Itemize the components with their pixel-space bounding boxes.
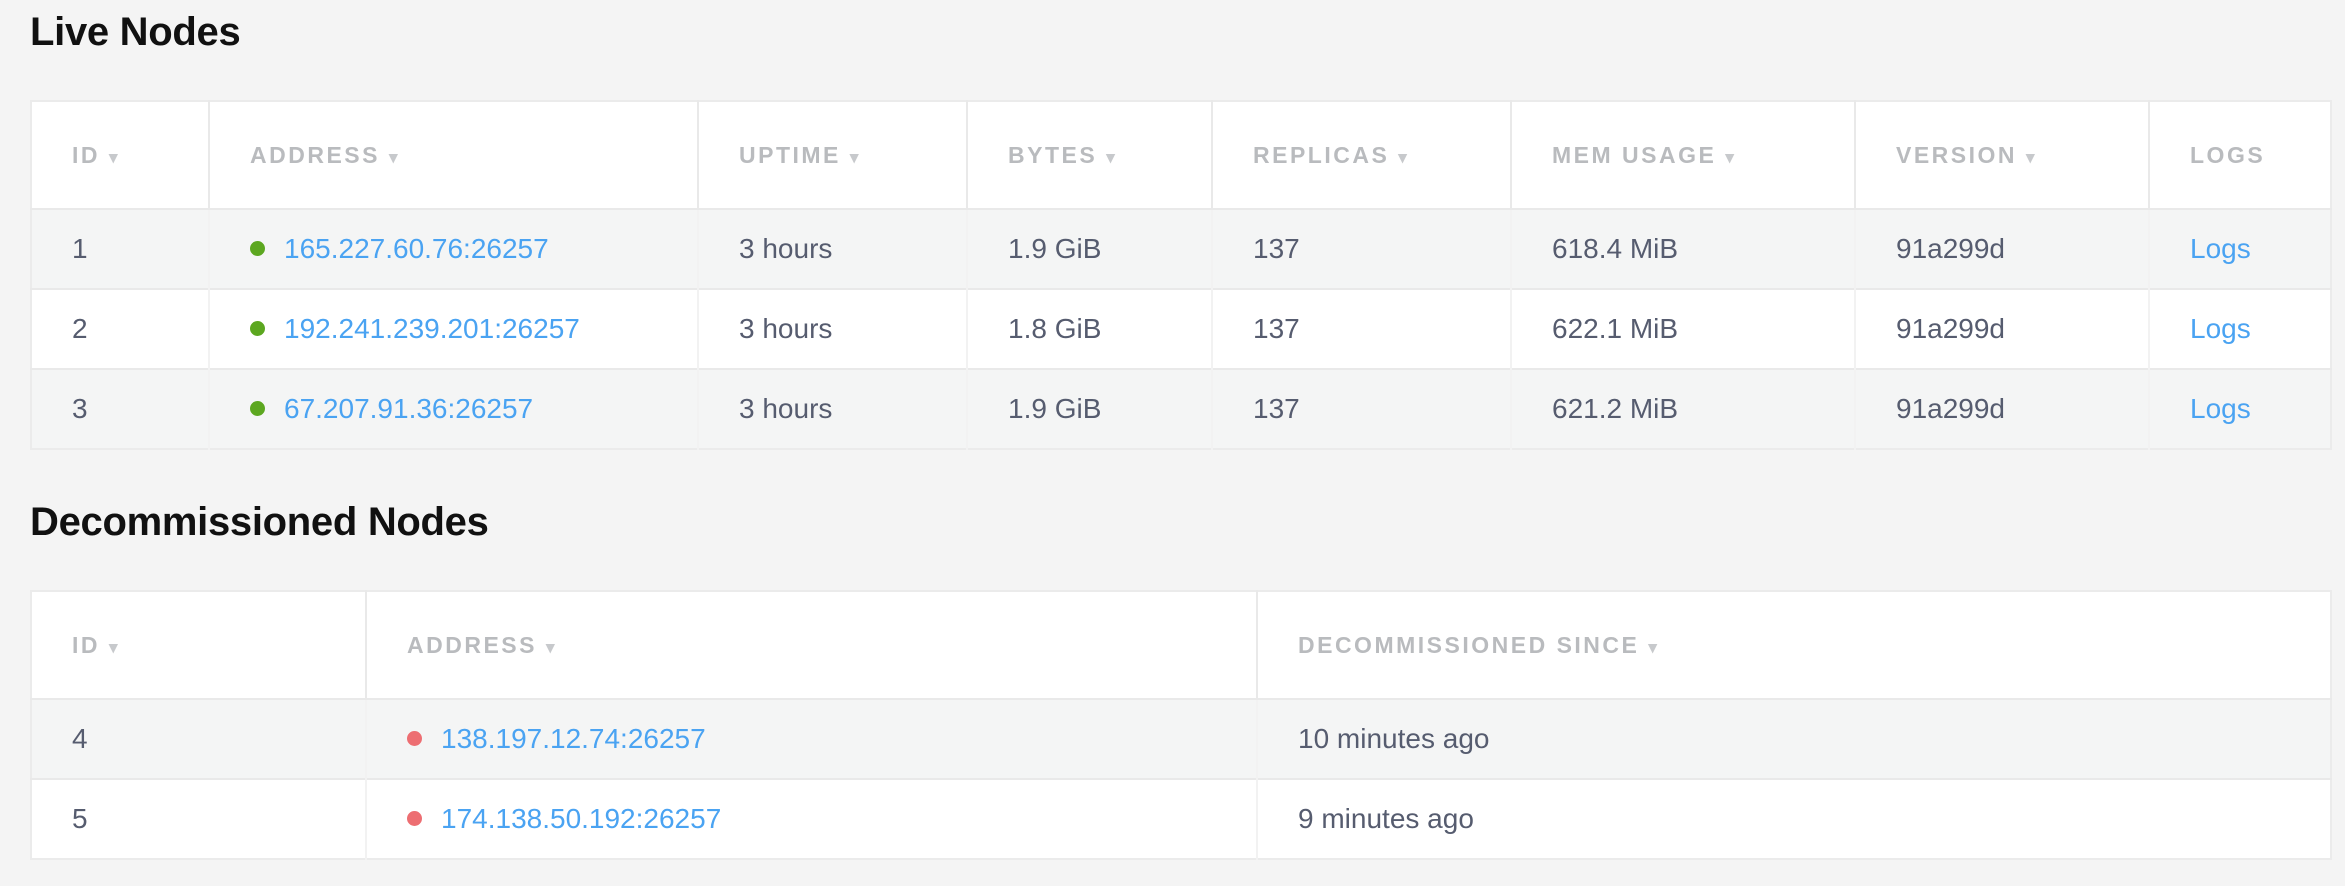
- node-id-cell: 2: [31, 289, 209, 369]
- node-address-cell: 138.197.12.74:26257: [366, 699, 1257, 779]
- col-header-replicas[interactable]: REPLICAS ▾: [1212, 101, 1511, 209]
- sort-arrow-icon: ▾: [109, 638, 118, 657]
- node-uptime-cell: 3 hours: [698, 369, 967, 449]
- sort-arrow-icon: ▾: [546, 638, 555, 657]
- decommissioned-nodes-header-row: ID ▾ ADDRESS ▾ DECOMMISSIONED SINCE ▾: [31, 591, 2331, 699]
- live-nodes-table: ID ▾ ADDRESS ▾ UPTIME ▾ BYTES ▾ REPLICAS ▾ ME…: [30, 100, 2332, 450]
- node-address-cell: 165.227.60.76:26257: [209, 209, 698, 289]
- nodes-page: Live Nodes ID ▾ ADDRESS ▾ UPTIME ▾ BYTES ▾ R…: [0, 0, 2345, 860]
- node-mem-usage-cell: 621.2 MiB: [1511, 369, 1855, 449]
- decommissioned-nodes-table: ID ▾ ADDRESS ▾ DECOMMISSIONED SINCE ▾ 4 138…: [30, 590, 2332, 860]
- col-header-label: VERSION: [1896, 142, 2017, 168]
- node-mem-usage-cell: 618.4 MiB: [1511, 209, 1855, 289]
- node-address-link[interactable]: 165.227.60.76:26257: [284, 233, 549, 264]
- live-status-dot-icon: [250, 401, 265, 416]
- node-address-link[interactable]: 138.197.12.74:26257: [441, 723, 706, 754]
- logs-link[interactable]: Logs: [2190, 393, 2251, 424]
- col-header-label: DECOMMISSIONED SINCE: [1298, 632, 1639, 658]
- sort-arrow-icon: ▾: [109, 148, 118, 167]
- col-header-mem-usage[interactable]: MEM USAGE ▾: [1511, 101, 1855, 209]
- sort-arrow-icon: ▾: [1725, 148, 1734, 167]
- col-header-bytes[interactable]: BYTES ▾: [967, 101, 1212, 209]
- table-row: 2 192.241.239.201:26257 3 hours 1.8 GiB …: [31, 289, 2331, 369]
- table-row: 1 165.227.60.76:26257 3 hours 1.9 GiB 13…: [31, 209, 2331, 289]
- node-address-cell: 174.138.50.192:26257: [366, 779, 1257, 859]
- sort-arrow-icon: ▾: [850, 148, 859, 167]
- decommissioned-nodes-title: Decommissioned Nodes: [30, 498, 2330, 546]
- col-header-label: UPTIME: [739, 142, 841, 168]
- decommissioned-since-cell: 10 minutes ago: [1257, 699, 2331, 779]
- node-version-cell: 91a299d: [1855, 289, 2149, 369]
- col-header-label: BYTES: [1008, 142, 1097, 168]
- node-id-cell: 5: [31, 779, 366, 859]
- col-header-uptime[interactable]: UPTIME ▾: [698, 101, 967, 209]
- node-logs-cell: Logs: [2149, 289, 2331, 369]
- col-header-address[interactable]: ADDRESS ▾: [366, 591, 1257, 699]
- node-replicas-cell: 137: [1212, 289, 1511, 369]
- col-header-logs: LOGS: [2149, 101, 2331, 209]
- node-version-cell: 91a299d: [1855, 209, 2149, 289]
- col-header-address[interactable]: ADDRESS ▾: [209, 101, 698, 209]
- node-logs-cell: Logs: [2149, 209, 2331, 289]
- node-bytes-cell: 1.8 GiB: [967, 289, 1212, 369]
- node-replicas-cell: 137: [1212, 369, 1511, 449]
- col-header-id[interactable]: ID ▾: [31, 591, 366, 699]
- node-logs-cell: Logs: [2149, 369, 2331, 449]
- decommissioned-status-dot-icon: [407, 811, 422, 826]
- node-uptime-cell: 3 hours: [698, 289, 967, 369]
- sort-arrow-icon: ▾: [1648, 638, 1657, 657]
- sort-arrow-icon: ▾: [389, 148, 398, 167]
- logs-link[interactable]: Logs: [2190, 313, 2251, 344]
- node-uptime-cell: 3 hours: [698, 209, 967, 289]
- sort-arrow-icon: ▾: [2026, 148, 2035, 167]
- decommissioned-status-dot-icon: [407, 731, 422, 746]
- table-row: 4 138.197.12.74:26257 10 minutes ago: [31, 699, 2331, 779]
- node-address-link[interactable]: 192.241.239.201:26257: [284, 313, 580, 344]
- node-id-cell: 4: [31, 699, 366, 779]
- col-header-label: LOGS: [2190, 142, 2265, 168]
- live-nodes-title: Live Nodes: [30, 8, 2330, 56]
- table-row: 5 174.138.50.192:26257 9 minutes ago: [31, 779, 2331, 859]
- col-header-decommissioned-since[interactable]: DECOMMISSIONED SINCE ▾: [1257, 591, 2331, 699]
- live-status-dot-icon: [250, 321, 265, 336]
- col-header-label: ID: [72, 142, 100, 168]
- node-address-link[interactable]: 67.207.91.36:26257: [284, 393, 533, 424]
- node-bytes-cell: 1.9 GiB: [967, 369, 1212, 449]
- sort-arrow-icon: ▾: [1398, 148, 1407, 167]
- col-header-label: MEM USAGE: [1552, 142, 1716, 168]
- logs-link[interactable]: Logs: [2190, 233, 2251, 264]
- node-replicas-cell: 137: [1212, 209, 1511, 289]
- node-address-cell: 192.241.239.201:26257: [209, 289, 698, 369]
- col-header-label: REPLICAS: [1253, 142, 1389, 168]
- sort-arrow-icon: ▾: [1106, 148, 1115, 167]
- decommissioned-since-cell: 9 minutes ago: [1257, 779, 2331, 859]
- col-header-version[interactable]: VERSION ▾: [1855, 101, 2149, 209]
- col-header-label: ADDRESS: [407, 632, 537, 658]
- node-mem-usage-cell: 622.1 MiB: [1511, 289, 1855, 369]
- node-id-cell: 1: [31, 209, 209, 289]
- live-status-dot-icon: [250, 241, 265, 256]
- live-nodes-header-row: ID ▾ ADDRESS ▾ UPTIME ▾ BYTES ▾ REPLICAS ▾ ME…: [31, 101, 2331, 209]
- node-bytes-cell: 1.9 GiB: [967, 209, 1212, 289]
- col-header-label: ADDRESS: [250, 142, 380, 168]
- node-address-cell: 67.207.91.36:26257: [209, 369, 698, 449]
- table-row: 3 67.207.91.36:26257 3 hours 1.9 GiB 137…: [31, 369, 2331, 449]
- node-version-cell: 91a299d: [1855, 369, 2149, 449]
- col-header-label: ID: [72, 632, 100, 658]
- node-address-link[interactable]: 174.138.50.192:26257: [441, 803, 721, 834]
- node-id-cell: 3: [31, 369, 209, 449]
- col-header-id[interactable]: ID ▾: [31, 101, 209, 209]
